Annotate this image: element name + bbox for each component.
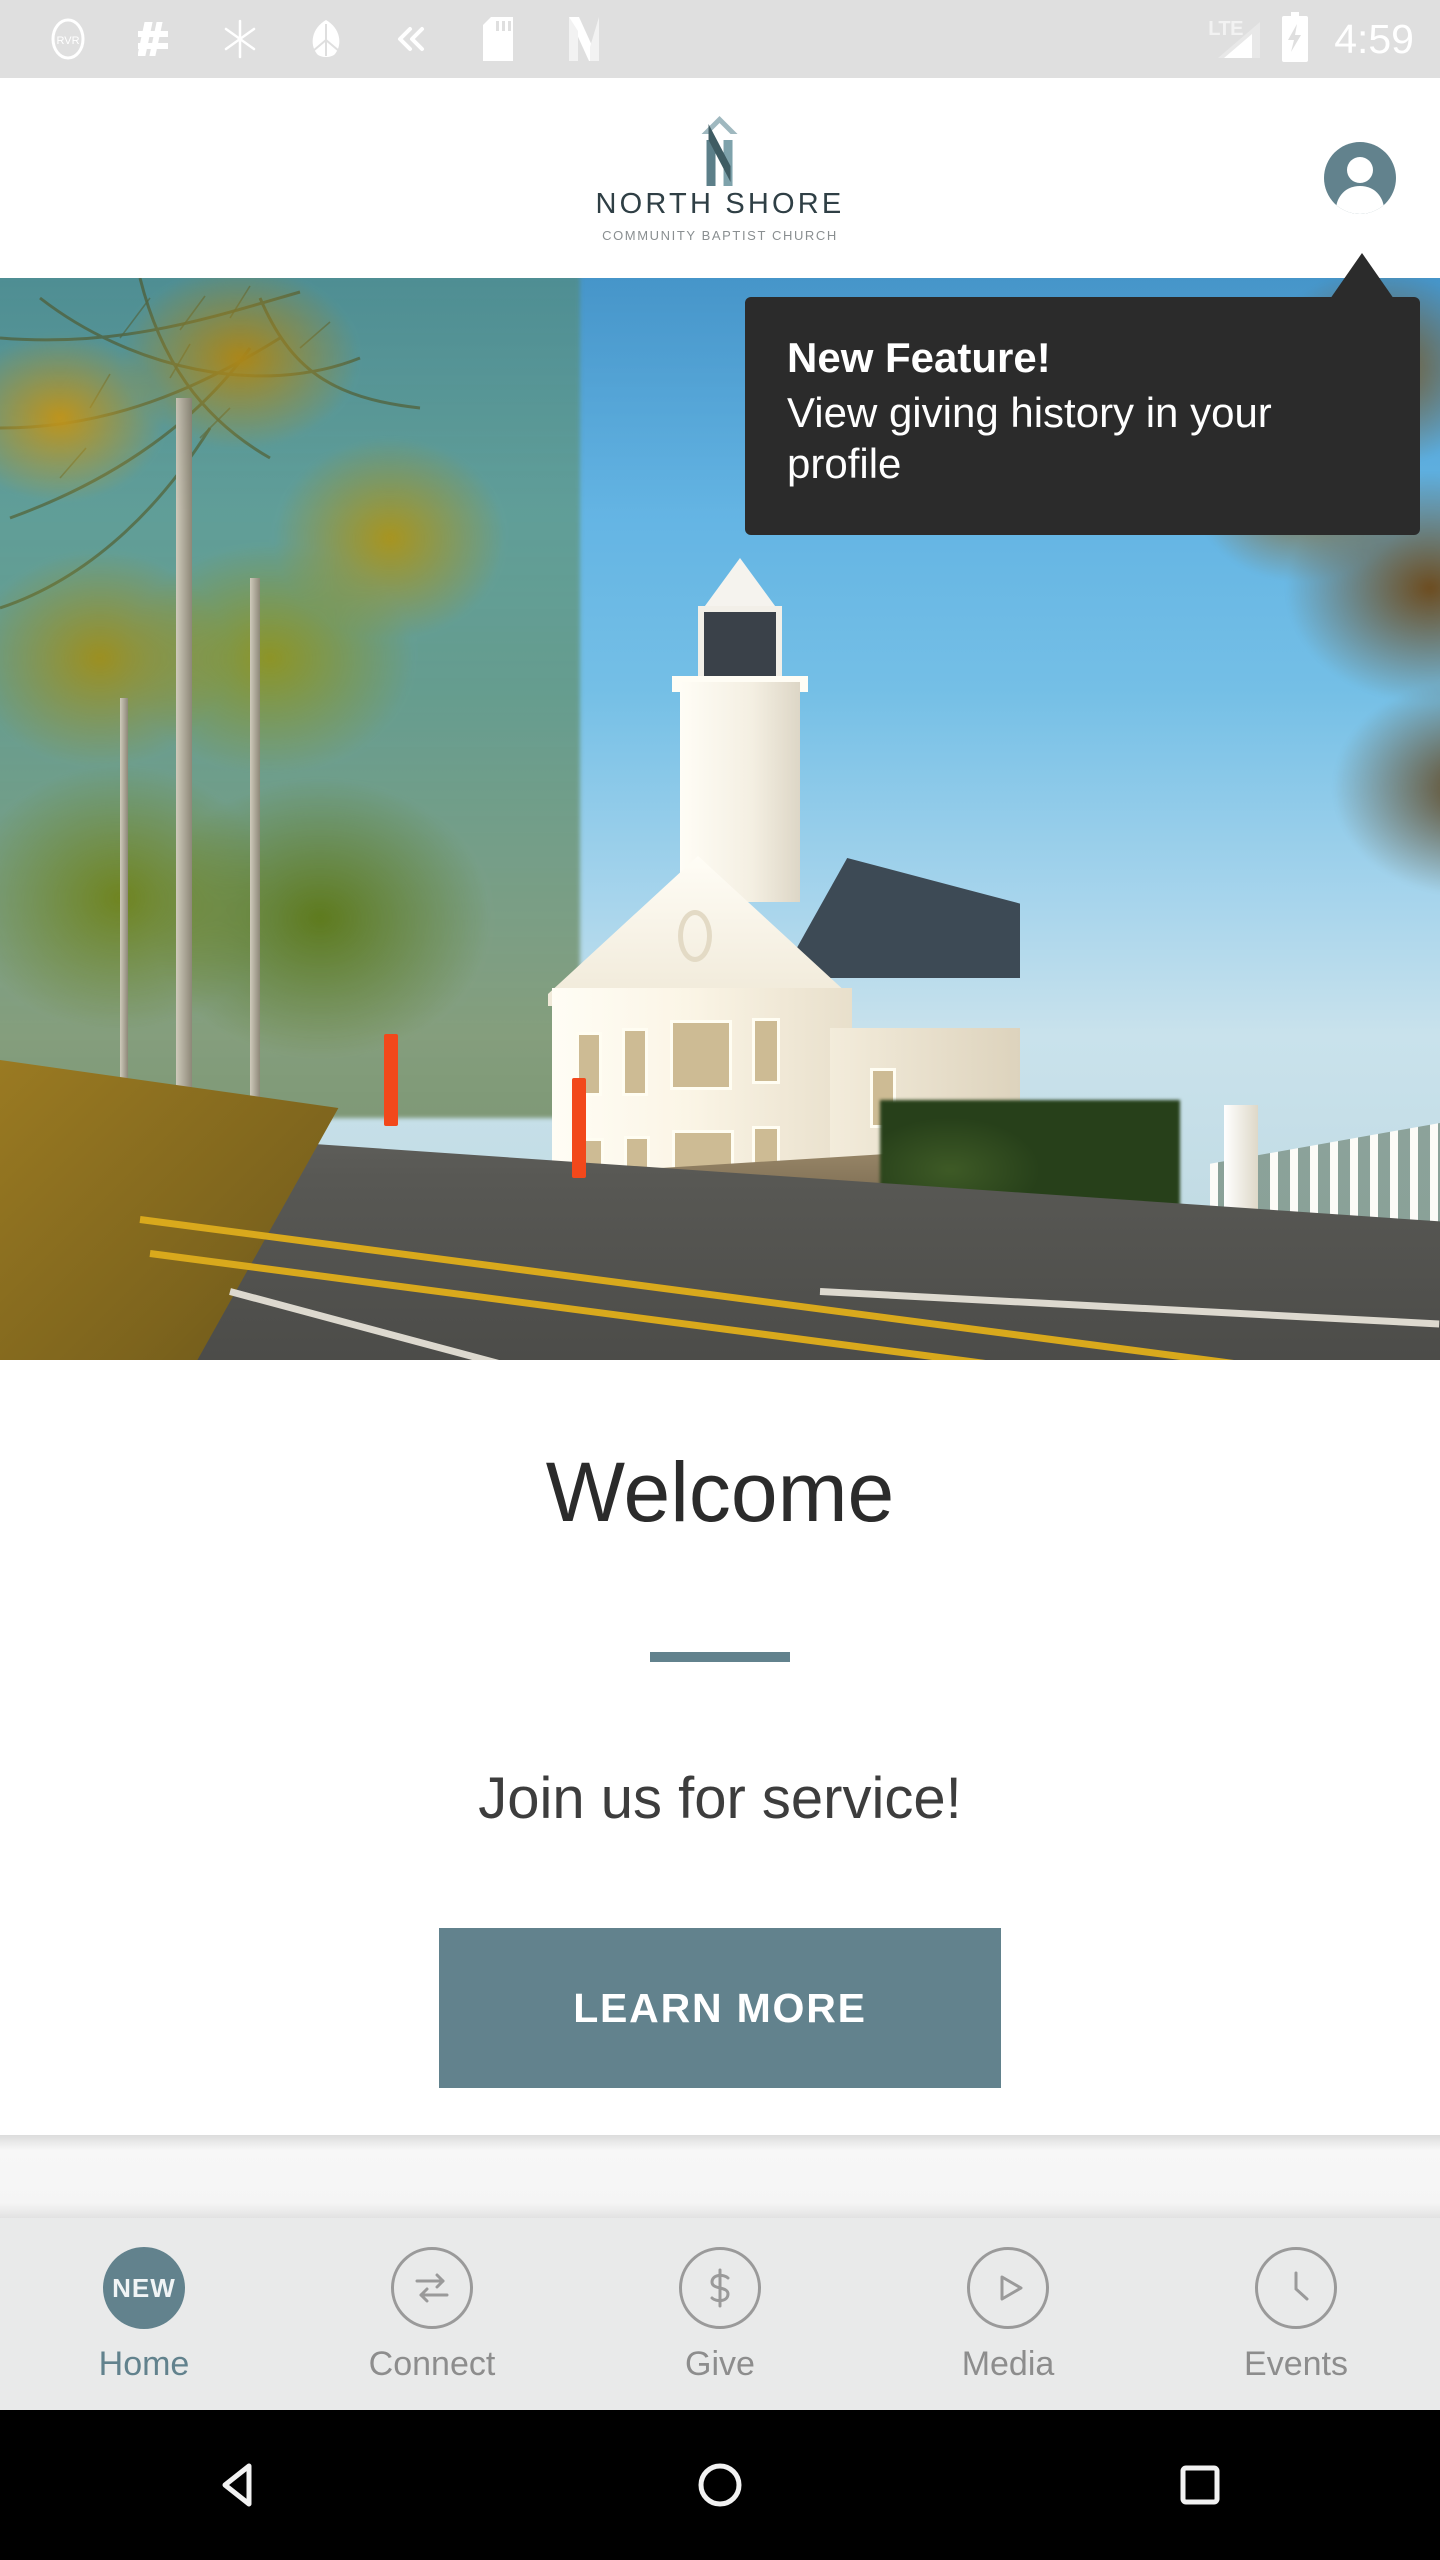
netflix-n-icon <box>562 17 606 61</box>
tab-media[interactable]: Media <box>864 2247 1152 2381</box>
back-triangle-icon <box>222 2463 252 2507</box>
tab-connect-label: Connect <box>368 2345 496 2383</box>
app-header: NORTH SHORE COMMUNITY BAPTIST CHURCH <box>0 78 1440 278</box>
tab-events[interactable]: Events <box>1152 2247 1440 2381</box>
tooltip-arrow <box>1330 253 1394 299</box>
status-system-icons: LTE 4:59 <box>1208 11 1414 67</box>
tab-home[interactable]: NEW Home <box>0 2247 288 2381</box>
dollar-sign-icon <box>679 2247 761 2329</box>
sd-card-icon <box>476 17 520 61</box>
tab-connect[interactable]: Connect <box>288 2247 576 2381</box>
exchange-arrows-icon <box>391 2247 473 2329</box>
hashtag-app-icon <box>132 17 176 61</box>
status-notification-icons: RVR <box>46 17 1212 61</box>
tooltip-title: New Feature! <box>787 334 1051 381</box>
steeple-n-icon <box>690 114 750 186</box>
bottom-tab-bar: NEW Home Connect Give Media Events <box>0 2218 1440 2410</box>
nav-back-button[interactable] <box>0 2456 480 2514</box>
tab-give-label: Give <box>685 2345 755 2383</box>
tab-events-label: Events <box>1244 2345 1348 2383</box>
svg-text:RVR: RVR <box>56 35 79 47</box>
new-badge-label: NEW <box>112 2272 176 2303</box>
new-feature-tooltip[interactable]: New Feature! View giving history in your… <box>745 297 1420 536</box>
rvr-app-icon: RVR <box>46 17 90 61</box>
status-clock: 4:59 <box>1334 15 1414 62</box>
double-chevron-left-icon <box>390 17 434 61</box>
asterisk-app-icon <box>218 17 262 61</box>
lte-label: LTE <box>1208 18 1243 40</box>
welcome-tagline: Join us for service! <box>478 1766 962 1831</box>
battery-charging-icon <box>1280 11 1310 67</box>
section-divider <box>650 1652 790 1662</box>
tooltip-body: View giving history in your profile <box>787 388 1272 487</box>
lte-signal-icon: LTE <box>1208 16 1264 62</box>
recents-square-icon <box>1180 2465 1220 2505</box>
profile-avatar-button[interactable] <box>1324 142 1396 214</box>
tab-media-label: Media <box>961 2345 1055 2383</box>
profile-avatar-icon <box>1336 157 1384 214</box>
church-logo[interactable]: NORTH SHORE COMMUNITY BAPTIST CHURCH <box>596 114 845 242</box>
android-status-bar: RVR LTE 4:59 <box>0 0 1440 78</box>
tab-home-label: Home <box>98 2345 190 2383</box>
android-nav-bar <box>0 2410 1440 2560</box>
leaf-app-icon <box>304 17 348 61</box>
learn-more-button[interactable]: LEARN MORE <box>439 1928 1001 2088</box>
content-bottom-shadow <box>0 2135 1440 2218</box>
play-circle-icon <box>967 2247 1049 2329</box>
new-badge-icon: NEW <box>103 2247 185 2329</box>
logo-name: NORTH SHORE <box>595 188 845 220</box>
welcome-section: Welcome Join us for service! LEARN MORE <box>0 1360 1440 2135</box>
nav-home-button[interactable] <box>480 2456 960 2514</box>
logo-subtitle: COMMUNITY BAPTIST CHURCH <box>602 228 838 243</box>
app-screen: RVR LTE 4:59 NORTH SHORE COMMUNITY BAPTI… <box>0 0 1440 2560</box>
page-title: Welcome <box>545 1445 895 1539</box>
tab-give[interactable]: Give <box>576 2247 864 2381</box>
nav-recents-button[interactable] <box>960 2456 1440 2514</box>
clock-icon <box>1255 2247 1337 2329</box>
home-circle-icon <box>698 2463 742 2507</box>
